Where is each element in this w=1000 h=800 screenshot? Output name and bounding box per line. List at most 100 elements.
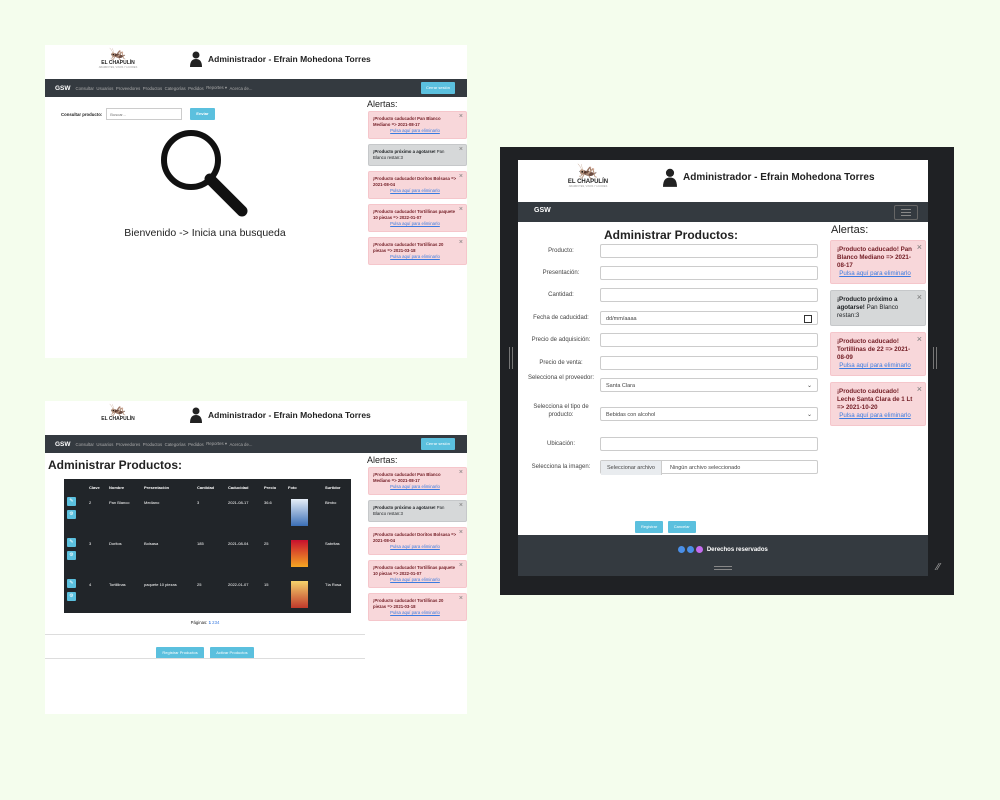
- logout-button[interactable]: Cerrar sesión: [420, 438, 455, 450]
- form-actions: Registrar Cancelar: [635, 515, 696, 533]
- close-icon[interactable]: ×: [459, 529, 463, 536]
- navbar: GSW Consultar Usuarios Proveedores Productos…: [45, 435, 467, 453]
- settings-button[interactable]: ⚙: [67, 592, 76, 601]
- edit-button[interactable]: ✎: [67, 538, 76, 547]
- products-actions: Registrar Productos Activar Productos: [45, 641, 365, 659]
- form-field[interactable]: [600, 244, 818, 258]
- delete-alert-link[interactable]: Pulsa aquí para eliminarlo: [373, 610, 457, 616]
- nav-item[interactable]: Usuarios: [96, 86, 113, 91]
- alert-item: ¡Producto caducado! Doritos Bolsasa => 2…: [368, 527, 467, 555]
- close-icon[interactable]: ×: [459, 206, 463, 213]
- form-field[interactable]: [600, 333, 818, 347]
- delete-alert-link[interactable]: Pulsa aquí para eliminarlo: [837, 270, 913, 278]
- search-main: Consultar producto: Enviar Bienvenido ->…: [45, 97, 365, 358]
- facebook-icon[interactable]: [678, 546, 686, 553]
- nav-item[interactable]: Proveedores: [116, 442, 140, 447]
- delete-alert-link[interactable]: Pulsa aquí para eliminarlo: [373, 577, 457, 583]
- delete-alert-link[interactable]: Pulsa aquí para eliminarlo: [373, 221, 457, 227]
- page-title: Administrar Productos:: [48, 458, 183, 472]
- edit-button[interactable]: ✎: [67, 497, 76, 506]
- settings-button[interactable]: ⚙: [67, 510, 76, 519]
- alerts-sidebar: Alertas: ¡Producto caducado! Pan Blanco …: [366, 97, 467, 358]
- close-icon[interactable]: ×: [459, 146, 463, 153]
- send-button[interactable]: Enviar: [190, 108, 215, 120]
- nav-brand[interactable]: GSW: [55, 85, 71, 92]
- nav-item[interactable]: Reportes ▾: [206, 85, 227, 91]
- logout-button[interactable]: Cerrar sesión: [420, 82, 455, 94]
- form-field[interactable]: [600, 356, 818, 370]
- nav-item[interactable]: Productos: [143, 86, 162, 91]
- nav-item[interactable]: Proveedores: [116, 86, 140, 91]
- alert-item: ¡Producto próximo a agotarse! Pan Blanco…: [368, 500, 467, 522]
- register-button[interactable]: Registrar: [635, 521, 664, 533]
- twitter-icon[interactable]: [687, 546, 695, 553]
- settings-button[interactable]: ⚙: [67, 551, 76, 560]
- close-icon[interactable]: ×: [459, 173, 463, 180]
- page-link-1[interactable]: 1: [209, 620, 211, 625]
- table-cell: Doritos: [109, 541, 122, 546]
- header: 🦗 EL CHAPULÍN ABARROTES, VINOS Y LICORES…: [518, 160, 928, 202]
- nav-item[interactable]: Usuarios: [96, 442, 113, 447]
- close-icon[interactable]: ×: [459, 113, 463, 120]
- delete-alert-link[interactable]: Pulsa aquí para eliminarlo: [373, 254, 457, 260]
- search-input[interactable]: [106, 108, 183, 120]
- nav-item[interactable]: Acerca de...: [229, 86, 252, 91]
- nav-item[interactable]: Consultar: [76, 442, 94, 447]
- close-icon[interactable]: ×: [917, 335, 922, 344]
- close-icon[interactable]: ×: [917, 243, 922, 252]
- form-title: Administrar Productos:: [604, 228, 739, 242]
- alert-item: ¡Producto caducado! Doritos Bolsasa => 2…: [368, 171, 467, 199]
- nav-brand[interactable]: GSW: [534, 207, 551, 214]
- table-header: Surtidor: [325, 485, 341, 490]
- form-field[interactable]: Seleccionar archivo Ningún archivo selecc…: [600, 460, 818, 475]
- nav-item[interactable]: Pedidos: [188, 86, 204, 91]
- nav-item[interactable]: Reportes ▾: [206, 441, 227, 447]
- form-field[interactable]: [600, 288, 818, 302]
- calendar-icon[interactable]: [804, 315, 812, 323]
- nav-brand[interactable]: GSW: [55, 441, 71, 448]
- close-icon[interactable]: ×: [459, 502, 463, 509]
- delete-alert-link[interactable]: Pulsa aquí para eliminarlo: [373, 544, 457, 550]
- edit-button[interactable]: ✎: [67, 579, 76, 588]
- alert-item: ¡Producto caducado! Tortillinas 20 pieza…: [368, 593, 467, 621]
- form-field[interactable]: dd/mm/aaaa: [600, 311, 818, 325]
- right-drag-handle[interactable]: [933, 347, 937, 369]
- form-field[interactable]: [600, 437, 818, 451]
- footer-text: Derechos reservados: [518, 546, 928, 553]
- close-icon[interactable]: ×: [459, 562, 463, 569]
- table-cell: 3: [89, 541, 92, 546]
- field-value: Bebidas con alcohol: [606, 412, 656, 418]
- close-icon[interactable]: ×: [459, 239, 463, 246]
- delete-alert-link[interactable]: Pulsa aquí para eliminarlo: [837, 362, 913, 370]
- menu-toggle-button[interactable]: [894, 205, 918, 220]
- nav-item[interactable]: Pedidos: [188, 442, 204, 447]
- close-icon[interactable]: ×: [917, 385, 922, 394]
- delete-alert-link[interactable]: Pulsa aquí para eliminarlo: [373, 128, 457, 134]
- close-icon[interactable]: ×: [459, 595, 463, 602]
- alert-item: ¡Producto caducado! Pan Blanco Mediano =…: [368, 111, 467, 139]
- close-icon[interactable]: ×: [917, 293, 922, 302]
- page-link-4[interactable]: 4: [217, 620, 219, 625]
- delete-alert-link[interactable]: Pulsa aquí para eliminarlo: [373, 188, 457, 194]
- nav-item[interactable]: Consultar: [76, 86, 94, 91]
- resize-grip-icon[interactable]: ⁄⁄: [937, 562, 940, 573]
- form-field[interactable]: Bebidas con alcohol ⌄: [600, 407, 818, 421]
- alerts-title: Alertas:: [831, 224, 869, 236]
- form-field[interactable]: Santa Clara ⌄: [600, 378, 818, 392]
- alert-item: ¡Producto caducado! Tortillinas 20 pieza…: [368, 237, 467, 265]
- delete-alert-link[interactable]: Pulsa aquí para eliminarlo: [373, 484, 457, 490]
- nav-item[interactable]: Categorías: [165, 86, 186, 91]
- delete-alert-link[interactable]: Pulsa aquí para eliminarlo: [837, 412, 913, 420]
- choose-file-button[interactable]: Seleccionar archivo: [601, 461, 662, 475]
- left-drag-handle[interactable]: [509, 347, 513, 369]
- table-header: Clave: [89, 485, 100, 490]
- nav-item[interactable]: Categorías: [165, 442, 186, 447]
- nav-item[interactable]: Acerca de...: [229, 442, 252, 447]
- instagram-icon[interactable]: [696, 546, 704, 553]
- nav-item[interactable]: Productos: [143, 442, 162, 447]
- cancel-button[interactable]: Cancelar: [667, 521, 696, 533]
- bottom-drag-handle[interactable]: [714, 566, 732, 570]
- product-photo: [291, 499, 308, 526]
- close-icon[interactable]: ×: [459, 469, 463, 476]
- form-field[interactable]: [600, 266, 818, 280]
